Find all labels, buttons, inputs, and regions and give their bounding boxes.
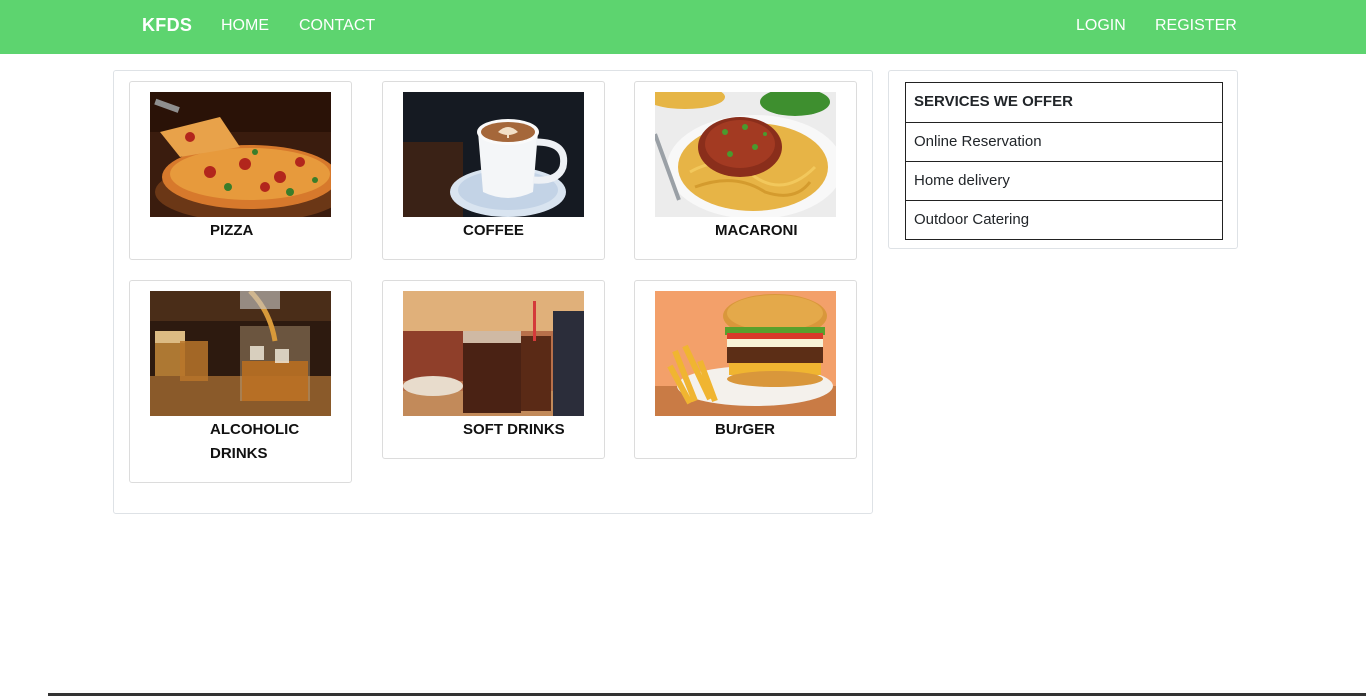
service-online-reservation[interactable]: Online Reservation	[906, 122, 1222, 161]
nav-register-link[interactable]: REGISTER	[1155, 17, 1237, 35]
burger-label: BUrGER	[715, 421, 776, 438]
menu-card-coffee[interactable]: COFFEE	[382, 81, 605, 260]
menu-card-burger[interactable]: BUrGER	[634, 280, 857, 459]
macaroni-image	[655, 92, 836, 217]
services-heading: SERVICES WE OFFER	[914, 93, 1073, 110]
brand-logo[interactable]: KFDS	[142, 15, 192, 36]
burger-image	[655, 291, 836, 416]
services-list: SERVICES WE OFFER Online Reservation Hom…	[905, 82, 1223, 240]
menu-card-alcoholic-drinks[interactable]: ALCOHOLIC DRINKS	[129, 280, 352, 483]
pizza-label: PIZZA	[210, 222, 254, 239]
alcoholic-drinks-label: ALCOHOLIC DRINKS	[210, 421, 300, 462]
coffee-image	[403, 92, 584, 217]
coffee-label: COFFEE	[463, 222, 524, 239]
service-outdoor-catering[interactable]: Outdoor Catering	[906, 200, 1222, 239]
nav-login-link[interactable]: LOGIN	[1076, 17, 1126, 35]
soft-drinks-label: SOFT DRINKS	[463, 421, 565, 438]
menu-card-soft-drinks[interactable]: SOFT DRINKS	[382, 280, 605, 459]
menu-card-macaroni[interactable]: MACARONI	[634, 81, 857, 260]
nav-home-link[interactable]: HOME	[221, 17, 269, 35]
whiskey-image	[150, 291, 331, 416]
menu-card-pizza[interactable]: PIZZA	[129, 81, 352, 260]
top-navbar: KFDS HOME CONTACT LOGIN REGISTER	[0, 0, 1366, 54]
macaroni-label: MACARONI	[715, 222, 798, 239]
service-home-delivery[interactable]: Home delivery	[906, 161, 1222, 200]
cola-image	[403, 291, 584, 416]
menu-panel: PIZZA COFFEE MACARONI ALCOHOLIC DRINKS S…	[113, 70, 873, 514]
services-panel: SERVICES WE OFFER Online Reservation Hom…	[888, 70, 1238, 249]
nav-contact-link[interactable]: CONTACT	[299, 17, 375, 35]
pizza-image	[150, 92, 331, 217]
